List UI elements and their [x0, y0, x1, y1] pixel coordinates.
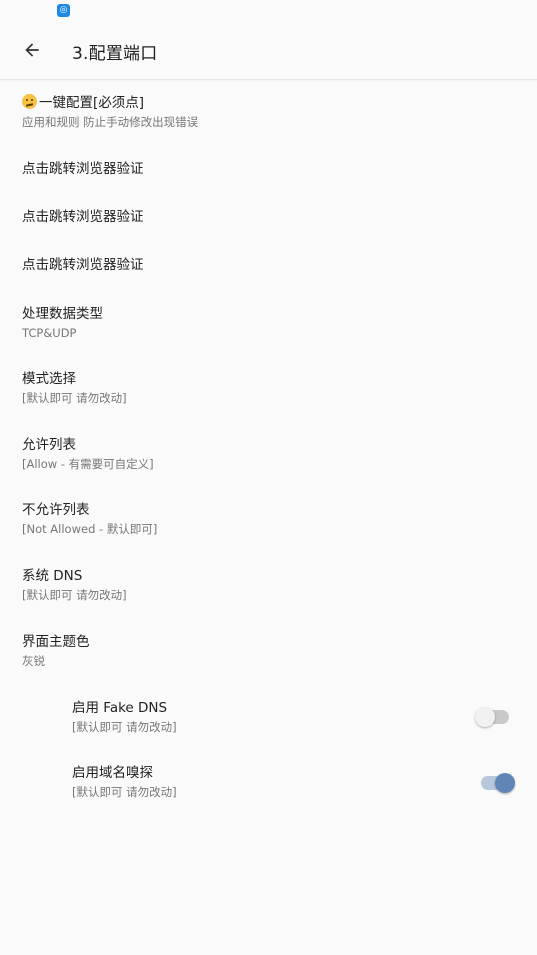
list-item-fake-dns[interactable]: 启用 Fake DNS [默认即可 请勿改动]: [0, 699, 537, 739]
list-item-theme-color[interactable]: 界面主题色 灰锐: [0, 633, 537, 669]
item-title: 允许列表: [22, 437, 76, 453]
item-title: 不允许列表: [22, 502, 90, 518]
item-title: 点击跳转浏览器验证: [22, 209, 144, 225]
item-title: 一键配置[必须点]: [39, 95, 145, 111]
item-summary: [默认即可 请勿改动]: [72, 785, 177, 799]
list-item-one-click-config[interactable]: 一键配置[必须点] 应用和规则 防止手动修改出现错误: [0, 94, 537, 130]
item-summary: [默认即可 请勿改动]: [72, 720, 177, 734]
list-item-mode-select[interactable]: 模式选择 [默认即可 请勿改动]: [0, 370, 537, 406]
item-title: 点击跳转浏览器验证: [22, 161, 144, 177]
list-item-browser-verify-1[interactable]: 点击跳转浏览器验证: [0, 160, 537, 178]
item-title: 处理数据类型: [22, 306, 103, 322]
list-item-browser-verify-2[interactable]: 点击跳转浏览器验证: [0, 208, 537, 226]
item-title: 启用域名嗅探: [72, 765, 153, 781]
item-summary: [Allow - 有需要可自定义]: [22, 457, 154, 471]
item-summary: [默认即可 请勿改动]: [22, 391, 127, 405]
list-item-data-type[interactable]: 处理数据类型 TCP&UDP: [0, 305, 537, 341]
item-summary: [Not Allowed - 默认即可]: [22, 522, 158, 536]
fake-dns-switch[interactable]: [475, 707, 509, 727]
item-summary: TCP&UDP: [22, 326, 77, 340]
item-title: 模式选择: [22, 371, 76, 387]
list-item-domain-sniffing[interactable]: 启用域名嗅探 [默认即可 请勿改动]: [0, 764, 537, 804]
list-item-system-dns[interactable]: 系统 DNS [默认即可 请勿改动]: [0, 567, 537, 603]
status-bar: ◎: [0, 0, 537, 22]
item-title: 界面主题色: [22, 634, 90, 650]
arrow-left-icon: [25, 43, 39, 57]
item-title: 启用 Fake DNS: [72, 700, 168, 716]
notification-app-icon: ◎: [57, 4, 70, 17]
list-item-browser-verify-3[interactable]: 点击跳转浏览器验证: [0, 256, 537, 274]
item-summary: 应用和规则 防止手动修改出现错误: [22, 115, 199, 129]
back-button[interactable]: [14, 32, 50, 68]
item-summary: 灰锐: [22, 654, 45, 668]
list-item-disallow-list[interactable]: 不允许列表 [Not Allowed - 默认即可]: [0, 501, 537, 537]
switch-thumb: [495, 773, 515, 793]
list-item-allow-list[interactable]: 允许列表 [Allow - 有需要可自定义]: [0, 436, 537, 472]
page-title: 3.配置端口: [72, 44, 158, 64]
app-bar: 3.配置端口: [0, 22, 537, 80]
domain-sniffing-switch[interactable]: [481, 773, 515, 793]
item-title: 点击跳转浏览器验证: [22, 257, 144, 273]
item-summary: [默认即可 请勿改动]: [22, 588, 127, 602]
switch-thumb: [475, 707, 495, 727]
confused-face-icon: [22, 94, 37, 109]
item-title: 系统 DNS: [22, 568, 83, 584]
